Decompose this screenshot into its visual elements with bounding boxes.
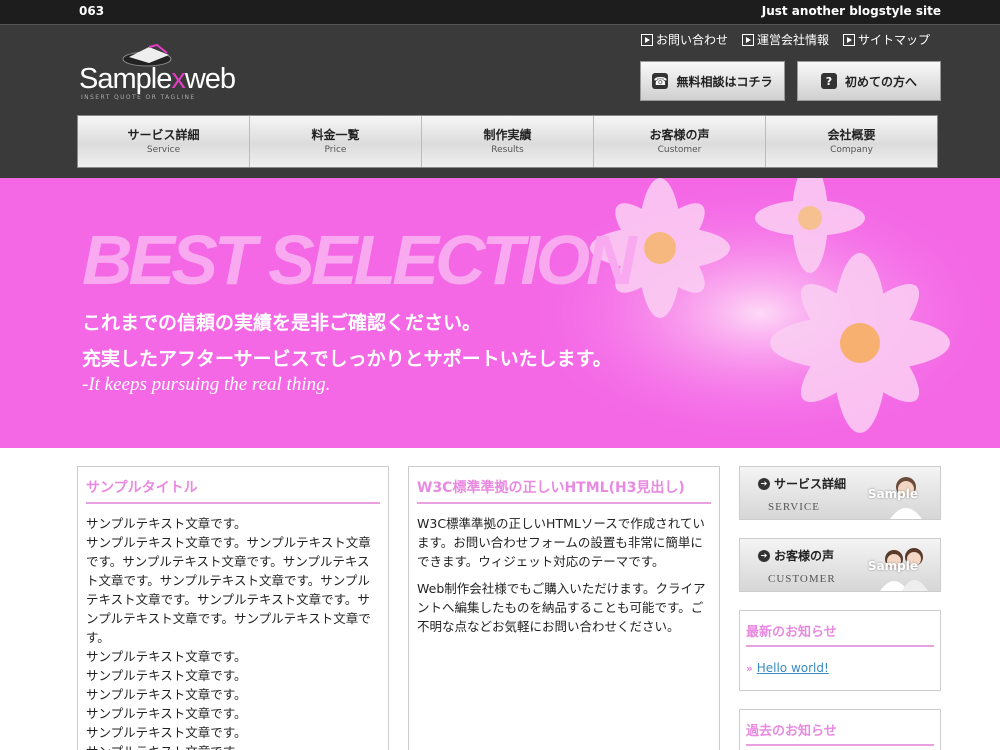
hero-banner: BEST SELECTION これまでの信頼の実績を是非ご確認ください。 充実し… <box>0 178 1000 448</box>
arrow-icon <box>640 33 653 46</box>
first-time-button[interactable]: ? 初めての方へ <box>797 61 941 101</box>
sample-body: サンプルテキスト文章です。 サンプルテキスト文章です。サンプルテキスト文章です。… <box>86 516 371 750</box>
sample-column: サンプルタイトル サンプルテキスト文章です。 サンプルテキスト文章です。サンプル… <box>77 466 389 750</box>
w3c-title: W3C標準準拠の正しいHTML(H3見出し) <box>417 477 711 504</box>
arrow-circle-icon: ➔ <box>758 477 770 490</box>
arrow-icon <box>842 33 855 46</box>
hero-line-1: これまでの信頼の実績を是非ご確認ください。 <box>82 312 482 334</box>
free-consult-button[interactable]: ☎ 無料相談はコチラ <box>640 61 785 101</box>
nav-results[interactable]: 制作実績 Results <box>422 116 594 167</box>
flower-image <box>520 178 1000 448</box>
logo-text: Samplexweb <box>79 63 236 95</box>
nav-company[interactable]: 会社概要 Company <box>766 116 937 167</box>
hero-title: BEST SELECTION <box>82 221 637 299</box>
nav-price[interactable]: 料金一覧 Price <box>250 116 422 167</box>
news-link[interactable]: Hello world! <box>757 661 829 675</box>
sample-title: サンプルタイトル <box>86 477 380 504</box>
news-item: » Hello world! <box>746 657 934 676</box>
arrow-icon <box>741 33 754 46</box>
latest-news: 最新のお知らせ » Hello world! <box>739 610 941 691</box>
w3c-paragraph-1: W3C標準準拠の正しいHTMLソースで作成されています。お問い合わせフォームの設… <box>417 516 705 569</box>
w3c-column: W3C標準準拠の正しいHTML(H3見出し) W3C標準準拠の正しいHTMLソー… <box>408 466 720 750</box>
w3c-paragraph-2: Web制作会社様でもご購入いただけます。クライアントへ編集したものを納品すること… <box>417 581 706 634</box>
nav-service[interactable]: サービス詳細 Service <box>78 116 250 167</box>
arrow-circle-icon: ➔ <box>758 549 770 562</box>
customer-banner[interactable]: ➔ お客様の声 CUSTOMER Sample <box>739 538 941 592</box>
hero-line-3: -It keeps pursuing the real thing. <box>82 374 331 395</box>
link-sitemap[interactable]: サイトマップ <box>842 31 930 48</box>
hero-line-2: 充実したアフターサービスでしっかりとサポートいたします。 <box>82 348 612 370</box>
service-banner[interactable]: ➔ サービス詳細 SERVICE Sample <box>739 466 941 520</box>
site-tagline: Just another blogstyle site <box>761 4 941 18</box>
top-strip: 063 Just another blogstyle site <box>0 0 1000 24</box>
header: Samplexweb INSERT QUOTE OR TAGLINE お問い合わ… <box>0 24 1000 178</box>
question-icon: ? <box>820 73 837 89</box>
utility-links: お問い合わせ 運営会社情報 サイトマップ <box>640 31 930 48</box>
site-logo[interactable]: Samplexweb INSERT QUOTE OR TAGLINE <box>79 41 236 103</box>
past-news: 過去のお知らせ <box>739 709 941 750</box>
nav-customer[interactable]: お客様の声 Customer <box>594 116 766 167</box>
site-number: 063 <box>79 4 105 18</box>
global-nav: サービス詳細 Service 料金一覧 Price 制作実績 Results お… <box>77 115 938 168</box>
phone-icon: ☎ <box>652 73 669 89</box>
latest-news-title: 最新のお知らせ <box>746 621 934 647</box>
logo-subtitle: INSERT QUOTE OR TAGLINE <box>81 94 196 101</box>
link-contact[interactable]: お問い合わせ <box>640 31 728 48</box>
past-news-title: 過去のお知らせ <box>746 720 934 746</box>
link-company-info[interactable]: 運営会社情報 <box>741 31 829 48</box>
chevron-right-icon: » <box>746 662 753 675</box>
